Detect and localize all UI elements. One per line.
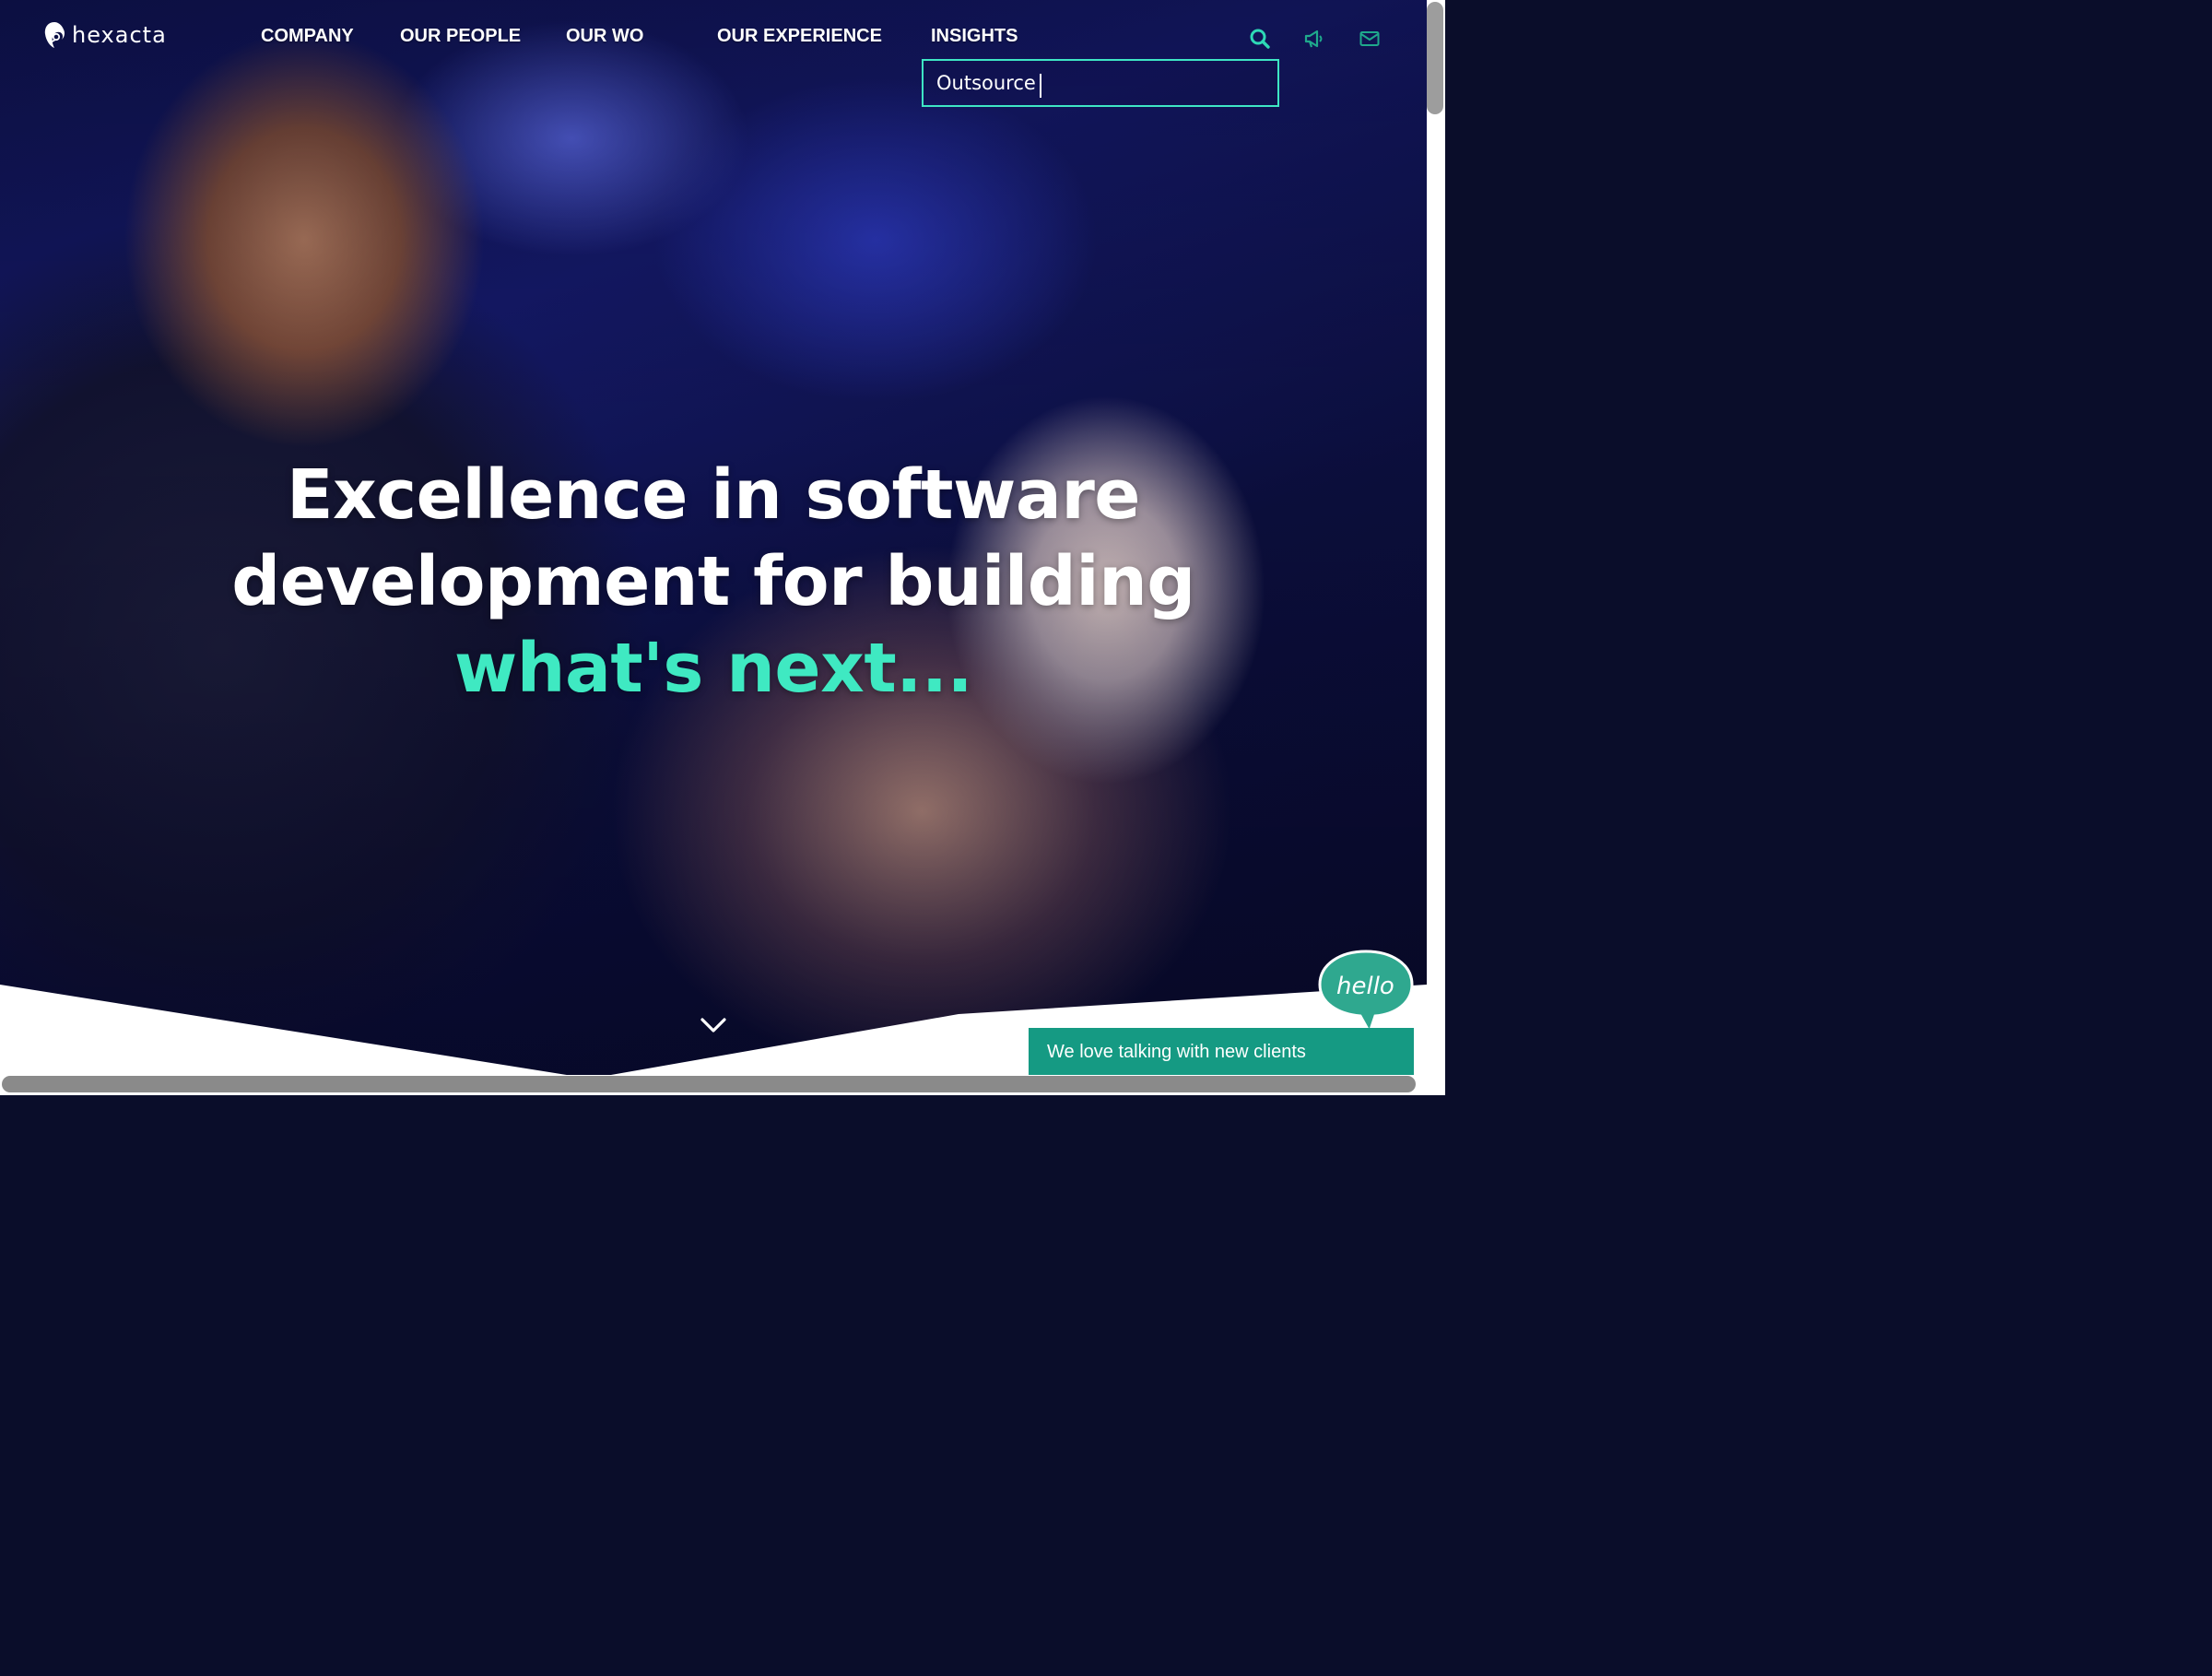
text-cursor: [1040, 74, 1041, 98]
nav-item-company[interactable]: COMPANY: [261, 26, 354, 47]
horizontal-scrollbar-thumb[interactable]: [2, 1076, 1416, 1092]
chat-bar[interactable]: We love talking with new clients: [1029, 1028, 1414, 1076]
hero-headline-line-2: development for building: [231, 542, 1195, 621]
logo-mark-icon: [44, 22, 65, 48]
search-input[interactable]: [924, 61, 1277, 105]
search-box[interactable]: [922, 59, 1279, 107]
page: hexacta COMPANY OUR PEOPLE OUR WO OUR EX…: [0, 0, 1445, 1095]
logo[interactable]: hexacta: [42, 18, 167, 52]
nav-item-our-people[interactable]: OUR PEOPLE: [400, 26, 521, 47]
nav-item-insights[interactable]: INSIGHTS: [931, 26, 1018, 47]
chat-bar-text: We love talking with new clients: [1047, 1041, 1306, 1062]
logo-text: hexacta: [72, 22, 167, 48]
chevron-down-icon[interactable]: [699, 1014, 728, 1036]
hello-bubble-text: hello: [1336, 973, 1394, 1000]
envelope-icon[interactable]: [1357, 26, 1382, 52]
hero-headline-line-1: Excellence in software: [287, 455, 1141, 535]
megaphone-icon[interactable]: [1301, 26, 1327, 52]
nav-item-our-experience[interactable]: OUR EXPERIENCE: [717, 26, 882, 47]
hero-headline: Excellence in software development for b…: [0, 452, 1427, 712]
hero-headline-line-3: what's next...: [453, 629, 973, 708]
vertical-scrollbar-thumb[interactable]: [1427, 2, 1443, 114]
vertical-scrollbar-track[interactable]: [1427, 0, 1445, 1095]
nav-item-our-work[interactable]: OUR WO: [566, 26, 643, 47]
search-icon[interactable]: [1247, 26, 1273, 52]
